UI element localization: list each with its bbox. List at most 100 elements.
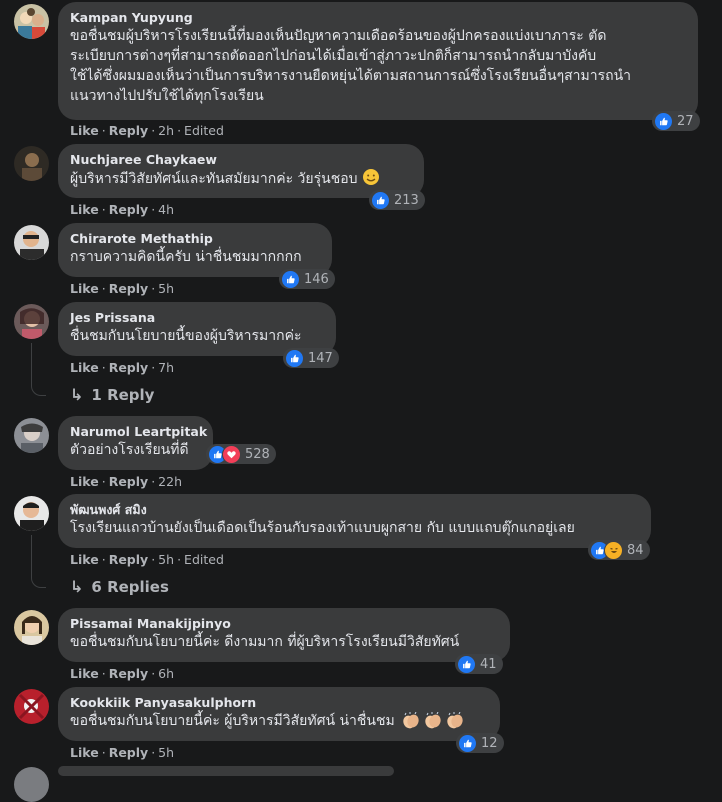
like-button[interactable]: Like: [70, 552, 99, 567]
commenter-name[interactable]: Kookkiik Panyasakulphorn: [70, 695, 488, 711]
comment-bubble: Pissamai Manakijpinyo ขอชื่นชมกับนโยบายน…: [58, 608, 510, 662]
like-reaction-icon: [371, 190, 390, 210]
reaction-summary[interactable]: 84: [588, 540, 650, 560]
comment-actions: Like · Reply · 5h: [70, 281, 175, 296]
timestamp[interactable]: 22h: [158, 474, 182, 489]
like-button[interactable]: Like: [70, 123, 99, 138]
comment-text: ผู้บริหารมีวิสัยทัศน์และทันสมัยมากค่ะ วั…: [70, 168, 412, 189]
reply-thread-line: [31, 535, 46, 588]
avatar[interactable]: [14, 689, 49, 724]
avatar[interactable]: [14, 496, 49, 531]
like-reaction-icon: [458, 733, 477, 753]
like-reaction-icon: [281, 269, 300, 289]
like-button[interactable]: Like: [70, 281, 99, 296]
reply-button[interactable]: Reply: [109, 281, 148, 296]
smiling-face-emoji: [362, 169, 379, 185]
love-reaction-icon: [222, 444, 241, 464]
comment-text-body: ขอชื่นชมกับนโยบายนี้ค่ะ ผู้บริหารมีวิสัย…: [70, 713, 395, 729]
reply-button[interactable]: Reply: [109, 552, 148, 567]
comment-line: ระเบียบการต่างๆที่สามารถตัดออกไปก่อนได้เ…: [70, 48, 597, 64]
timestamp[interactable]: 4h: [158, 202, 174, 217]
like-button[interactable]: Like: [70, 745, 99, 760]
like-button[interactable]: Like: [70, 474, 99, 489]
timestamp[interactable]: 6h: [158, 666, 174, 681]
comment-bubble: Kampan Yupyung ขอชื่นชมผู้บริหารโรงเรียน…: [58, 2, 698, 120]
reaction-count: 12: [481, 735, 498, 751]
reaction-count: 528: [245, 446, 270, 462]
reaction-count: 27: [677, 113, 694, 129]
comment-actions: Like · Reply · 5h · Edited: [70, 552, 224, 567]
timestamp[interactable]: 2h: [158, 123, 174, 138]
clapping-hands-emoji: [423, 712, 443, 730]
reaction-summary[interactable]: 528: [206, 444, 276, 464]
comment-text: กราบความคิดนี้ครับ น่าชื่นชมมากกกก: [70, 249, 302, 265]
reply-button[interactable]: Reply: [109, 123, 148, 138]
commenter-name[interactable]: Nuchjaree Chaykaew: [70, 152, 412, 168]
commenter-name[interactable]: พัฒนพงศ์ สมิง: [70, 502, 639, 518]
timestamp[interactable]: 5h: [158, 281, 174, 296]
like-reaction-icon: [285, 348, 304, 368]
reaction-count: 147: [308, 350, 333, 366]
comment-bubble: [58, 766, 394, 776]
timestamp[interactable]: 5h: [158, 552, 174, 567]
comment-line: แนวทางไปปรับใช้ได้ทุกโรงเรียน: [70, 88, 264, 104]
commenter-name[interactable]: Pissamai Manakijpinyo: [70, 616, 498, 632]
reaction-count: 41: [480, 656, 497, 672]
avatar[interactable]: [14, 4, 49, 39]
comment-actions: Like · Reply · 6h: [70, 666, 175, 681]
comment-bubble: Nuchjaree Chaykaew ผู้บริหารมีวิสัยทัศน์…: [58, 144, 424, 198]
haha-reaction-icon: [604, 540, 623, 560]
like-button[interactable]: Like: [70, 202, 99, 217]
reaction-summary[interactable]: 12: [456, 733, 504, 753]
comment-actions: Like · Reply · 5h: [70, 745, 175, 760]
view-replies-link[interactable]: ↳ 6 Replies: [70, 577, 169, 596]
view-replies-link[interactable]: ↳ 1 Reply: [70, 385, 154, 404]
reaction-summary[interactable]: 41: [455, 654, 503, 674]
comment-actions: Like · Reply · 7h: [70, 360, 175, 375]
comment-actions: Like · Reply · 4h: [70, 202, 175, 217]
like-button[interactable]: Like: [70, 360, 99, 375]
reaction-count: 146: [304, 271, 329, 287]
timestamp[interactable]: 7h: [158, 360, 174, 375]
avatar[interactable]: [14, 610, 49, 645]
comment-text: ชื่นชมกับนโยบายนี้ของผู้บริหารมากค่ะ: [70, 328, 302, 344]
comment-line: ขอชื่นชมผู้บริหารโรงเรียนนี้ที่มองเห็นปั…: [70, 28, 607, 44]
reply-button[interactable]: Reply: [109, 666, 148, 681]
comment-actions: Like · Reply · 22h: [70, 474, 182, 489]
reaction-summary[interactable]: 146: [279, 269, 335, 289]
comment-text: ขอชื่นชมกับนโยบายนี้ค่ะ ผู้บริหารมีวิสัย…: [70, 711, 488, 731]
avatar[interactable]: [14, 225, 49, 260]
like-reaction-icon: [654, 111, 673, 131]
reaction-summary[interactable]: 213: [369, 190, 425, 210]
commenter-name[interactable]: Kampan Yupyung: [70, 10, 686, 26]
reply-button[interactable]: Reply: [109, 360, 148, 375]
avatar[interactable]: [14, 418, 49, 453]
reply-arrow-icon: ↳: [70, 385, 84, 404]
reaction-summary[interactable]: 147: [283, 348, 339, 368]
reply-button[interactable]: Reply: [109, 202, 148, 217]
replies-count-label: 6 Replies: [91, 577, 169, 596]
comment-text: ขอชื่นชมผู้บริหารโรงเรียนนี้ที่มองเห็นปั…: [70, 26, 686, 106]
reaction-summary[interactable]: 27: [652, 111, 700, 131]
avatar[interactable]: [14, 304, 49, 339]
like-button[interactable]: Like: [70, 666, 99, 681]
like-reaction-icon: [457, 654, 476, 674]
edited-label: Edited: [184, 123, 224, 138]
comment-line: ใช้ได้ซึ่งผมมองเห็นว่าเป็นการบริหารงานยื…: [70, 68, 632, 84]
reply-button[interactable]: Reply: [109, 745, 148, 760]
comment-bubble: Narumol Leartpitak ตัวอย่างโรงเรียนที่ดี: [58, 416, 213, 470]
reaction-count: 213: [394, 192, 419, 208]
comment-text-body: ผู้บริหารมีวิสัยทัศน์และทันสมัยมากค่ะ วั…: [70, 171, 358, 187]
timestamp[interactable]: 5h: [158, 745, 174, 760]
clapping-hands-emoji: [401, 712, 421, 730]
replies-count-label: 1 Reply: [91, 385, 155, 404]
reply-button[interactable]: Reply: [109, 474, 148, 489]
commenter-name[interactable]: Jes Prissana: [70, 310, 324, 326]
avatar[interactable]: [14, 146, 49, 181]
reaction-count: 84: [627, 542, 644, 558]
avatar[interactable]: [14, 767, 49, 802]
commenter-name[interactable]: Chirarote Methathip: [70, 231, 320, 247]
comment-text: ขอชื่นชมกับนโยบายนี้ค่ะ ดีงามมาก ที่ผู้บ…: [70, 634, 460, 650]
comment-text: ตัวอย่างโรงเรียนที่ดี: [70, 442, 189, 458]
commenter-name[interactable]: Narumol Leartpitak: [70, 424, 207, 440]
